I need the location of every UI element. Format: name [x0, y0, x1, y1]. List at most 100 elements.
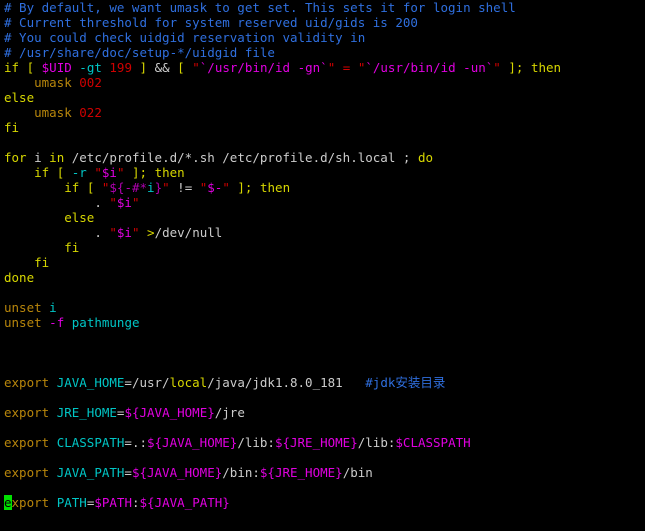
operator-and: &&	[154, 60, 170, 75]
code-line-8: umask 022	[0, 105, 645, 120]
path-suffix-jdk: /java/jdk1.8.0_181	[207, 375, 343, 390]
code-line-4: # /usr/share/doc/setup-*/uidgid file	[0, 45, 645, 60]
path-bin-2: /bin	[342, 465, 373, 480]
terminal-window[interactable]: # By default, we want umask to get set. …	[0, 0, 645, 531]
code-line-29-blank	[0, 420, 645, 435]
variable-jre-home: ${JRE_HOME}	[259, 465, 343, 480]
quote-open: "	[109, 195, 117, 210]
operator-assign: =.:	[124, 435, 147, 450]
statement-unset: unset	[4, 300, 42, 315]
code-line-7: else	[0, 90, 645, 105]
code-line-1: # By default, we want umask to get set. …	[0, 0, 645, 15]
variable-java-home: ${JAVA_HOME}	[131, 465, 223, 480]
code-line-2: # Current threshold for system reserved …	[0, 15, 645, 30]
code-line-33-blank	[0, 480, 645, 495]
profile-d-glob-paths: /etc/profile.d/*.sh /etc/profile.d/sh.lo…	[64, 150, 403, 165]
source-dot: .	[94, 195, 102, 210]
code-line-15: else	[0, 210, 645, 225]
option-f: -f	[49, 315, 65, 330]
variable-expansion-pattern-i: i	[147, 180, 155, 195]
path-lib-1: /lib:	[237, 435, 275, 450]
code-line-32: export JAVA_PATH=${JAVA_HOME}/bin:${JRE_…	[0, 465, 645, 480]
keyword-else: else	[64, 210, 95, 225]
path-bin-1: /bin:	[222, 465, 260, 480]
variable-i: $i	[101, 165, 117, 180]
code-line-30: export CLASSPATH=.:${JAVA_HOME}/lib:${JR…	[0, 435, 645, 450]
keyword-done: done	[4, 270, 35, 285]
variable-java-path: ${JAVA_PATH}	[139, 495, 230, 510]
source-dot: .	[94, 225, 102, 240]
comment-text: # You could check uidgid reservation val…	[4, 30, 366, 45]
keyword-else: else	[4, 90, 35, 105]
operator-assign: =	[124, 465, 132, 480]
comment-text: # By default, we want umask to get set. …	[4, 0, 516, 15]
comment-jdk-install-dir: #jdk安装目录	[365, 375, 446, 390]
variable-expansion-suffix: }	[154, 180, 163, 195]
keyword-then: then	[154, 165, 185, 180]
number-199: 199	[109, 60, 132, 75]
code-line-31-blank	[0, 450, 645, 465]
statement-export: export	[4, 375, 50, 390]
keyword-local: local	[169, 375, 208, 390]
code-line-6: umask 002	[0, 75, 645, 90]
quote-close: "	[493, 60, 501, 75]
option-gt: -gt	[79, 60, 102, 75]
identifier-java-home: JAVA_HOME	[56, 375, 125, 390]
text-cursor[interactable]: e	[4, 495, 12, 510]
keyword-fi: fi	[34, 255, 50, 270]
quote-close: "	[222, 180, 230, 195]
command-substitution-id-un: `/usr/bin/id -un`	[365, 60, 494, 75]
variable-jre-home: ${JRE_HOME}	[274, 435, 358, 450]
quote-open: "	[94, 165, 102, 180]
loop-variable-i: i	[34, 150, 42, 165]
code-line-12: if [ -r "$i" ]; then	[0, 165, 645, 180]
quote-open: "	[192, 60, 200, 75]
variable-expansion-prefix: ${-#*	[109, 180, 148, 195]
code-line-9: fi	[0, 120, 645, 135]
quote-close: "	[131, 225, 140, 240]
keyword-if: if	[64, 180, 80, 195]
variable-java-home: ${JAVA_HOME}	[124, 405, 215, 420]
variable-i: $i	[116, 195, 132, 210]
code-line-18: fi	[0, 255, 645, 270]
code-line-16: . "$i" >/dev/null	[0, 225, 645, 240]
keyword-for: for	[4, 150, 27, 165]
identifier-java-path: JAVA_PATH	[56, 465, 125, 480]
quote-open: "	[109, 225, 117, 240]
code-line-11: for i in /etc/profile.d/*.sh /etc/profil…	[0, 150, 645, 165]
operator-equal: =	[335, 60, 358, 75]
option-r: -r	[71, 165, 87, 180]
code-line-20-blank	[0, 285, 645, 300]
code-line-28: export JRE_HOME=${JAVA_HOME}/jre	[0, 405, 645, 420]
code-line-34: export PATH=$PATH:${JAVA_PATH}	[0, 495, 645, 510]
operator-not-equal: !=	[169, 180, 200, 195]
bracket-open: [	[26, 60, 35, 75]
keyword-do: do	[417, 150, 434, 165]
quote-close: "	[162, 180, 170, 195]
code-line-3: # You could check uidgid reservation val…	[0, 30, 645, 45]
statement-unset: unset	[4, 315, 42, 330]
command-substitution-id-gn: `/usr/bin/id -gn`	[199, 60, 328, 75]
bracket-close-semicolon: ];	[237, 180, 253, 195]
path-lib-2: /lib:	[357, 435, 396, 450]
comment-text: # /usr/share/doc/setup-*/uidgid file	[4, 45, 275, 60]
identifier-path: PATH	[56, 495, 87, 510]
